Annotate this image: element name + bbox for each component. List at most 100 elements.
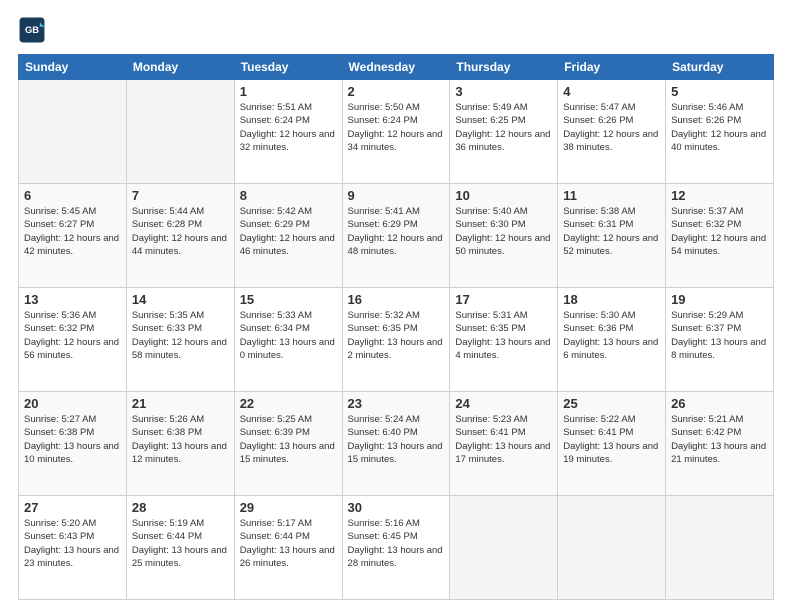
sunrise-text: Sunrise: 5:41 AM bbox=[348, 206, 420, 217]
day-number: 18 bbox=[563, 292, 660, 307]
calendar-cell: 19Sunrise: 5:29 AMSunset: 6:37 PMDayligh… bbox=[666, 288, 774, 392]
daylight-text: Daylight: 12 hours and 52 minutes. bbox=[563, 233, 658, 257]
sunrise-text: Sunrise: 5:37 AM bbox=[671, 206, 743, 217]
sunrise-text: Sunrise: 5:30 AM bbox=[563, 310, 635, 321]
daylight-text: Daylight: 13 hours and 0 minutes. bbox=[240, 337, 335, 361]
daylight-text: Daylight: 13 hours and 8 minutes. bbox=[671, 337, 766, 361]
calendar-cell: 25 Sunrise: 5:22 AMSunset: 6:41 PMDayligh… bbox=[558, 392, 666, 496]
sunset-text: Sunset: 6:24 PM bbox=[240, 115, 310, 126]
calendar-cell: 4 Sunrise: 5:47 AMSunset: 6:26 PMDaylight… bbox=[558, 80, 666, 184]
daylight-text: Daylight: 12 hours and 58 minutes. bbox=[132, 337, 227, 361]
daylight-text: Daylight: 12 hours and 44 minutes. bbox=[132, 233, 227, 257]
calendar-cell: 27Sunrise: 5:20 AMSunset: 6:43 PMDayligh… bbox=[19, 496, 127, 600]
sunset-text: Sunset: 6:35 PM bbox=[455, 323, 525, 334]
day-info: Sunrise: 5:22 AMSunset: 6:41 PMDaylight:… bbox=[563, 413, 660, 466]
sunrise-text: Sunrise: 5:25 AM bbox=[240, 414, 312, 425]
day-number: 29 bbox=[240, 500, 337, 515]
sunset-text: Sunset: 6:42 PM bbox=[671, 427, 741, 438]
day-info: Sunrise: 5:37 AMSunset: 6:32 PMDaylight:… bbox=[671, 205, 768, 258]
calendar-cell: 7Sunrise: 5:44 AMSunset: 6:28 PMDaylight… bbox=[126, 184, 234, 288]
sunset-text: Sunset: 6:44 PM bbox=[240, 531, 310, 542]
sunset-text: Sunset: 6:43 PM bbox=[24, 531, 94, 542]
day-info: Sunrise: 5:47 AMSunset: 6:26 PMDaylight:… bbox=[563, 101, 660, 154]
sunrise-text: Sunrise: 5:42 AM bbox=[240, 206, 312, 217]
calendar-cell: 12Sunrise: 5:37 AMSunset: 6:32 PMDayligh… bbox=[666, 184, 774, 288]
sunset-text: Sunset: 6:41 PM bbox=[455, 427, 525, 438]
sunset-text: Sunset: 6:33 PM bbox=[132, 323, 202, 334]
day-number: 4 bbox=[563, 84, 660, 99]
daylight-text: Daylight: 12 hours and 34 minutes. bbox=[348, 129, 443, 153]
sunset-text: Sunset: 6:38 PM bbox=[24, 427, 94, 438]
day-info: Sunrise: 5:32 AMSunset: 6:35 PMDaylight:… bbox=[348, 309, 445, 362]
weekday-header-tuesday: Tuesday bbox=[234, 55, 342, 80]
sunrise-text: Sunrise: 5:40 AM bbox=[455, 206, 527, 217]
day-info: Sunrise: 5:46 AMSunset: 6:26 PMDaylight:… bbox=[671, 101, 768, 154]
sunrise-text: Sunrise: 5:50 AM bbox=[348, 102, 420, 113]
calendar-cell: 2Sunrise: 5:50 AMSunset: 6:24 PMDaylight… bbox=[342, 80, 450, 184]
calendar-cell: 15Sunrise: 5:33 AMSunset: 6:34 PMDayligh… bbox=[234, 288, 342, 392]
daylight-text: Daylight: 12 hours and 46 minutes. bbox=[240, 233, 335, 257]
sunset-text: Sunset: 6:38 PM bbox=[132, 427, 202, 438]
calendar-cell: 16Sunrise: 5:32 AMSunset: 6:35 PMDayligh… bbox=[342, 288, 450, 392]
day-info: Sunrise: 5:19 AMSunset: 6:44 PMDaylight:… bbox=[132, 517, 229, 570]
daylight-text: Daylight: 12 hours and 32 minutes. bbox=[240, 129, 335, 153]
day-info: Sunrise: 5:20 AMSunset: 6:43 PMDaylight:… bbox=[24, 517, 121, 570]
sunrise-text: Sunrise: 5:23 AM bbox=[455, 414, 527, 425]
day-info: Sunrise: 5:24 AMSunset: 6:40 PMDaylight:… bbox=[348, 413, 445, 466]
day-number: 17 bbox=[455, 292, 552, 307]
day-number: 5 bbox=[671, 84, 768, 99]
sunrise-text: Sunrise: 5:27 AM bbox=[24, 414, 96, 425]
daylight-text: Daylight: 12 hours and 36 minutes. bbox=[455, 129, 550, 153]
sunrise-text: Sunrise: 5:20 AM bbox=[24, 518, 96, 529]
day-info: Sunrise: 5:44 AMSunset: 6:28 PMDaylight:… bbox=[132, 205, 229, 258]
day-info: Sunrise: 5:35 AMSunset: 6:33 PMDaylight:… bbox=[132, 309, 229, 362]
sunrise-text: Sunrise: 5:16 AM bbox=[348, 518, 420, 529]
day-info: Sunrise: 5:31 AMSunset: 6:35 PMDaylight:… bbox=[455, 309, 552, 362]
weekday-header-wednesday: Wednesday bbox=[342, 55, 450, 80]
day-number: 6 bbox=[24, 188, 121, 203]
daylight-text: Daylight: 12 hours and 56 minutes. bbox=[24, 337, 119, 361]
day-number: 21 bbox=[132, 396, 229, 411]
daylight-text: Daylight: 12 hours and 38 minutes. bbox=[563, 129, 658, 153]
daylight-text: Daylight: 13 hours and 19 minutes. bbox=[563, 441, 658, 465]
logo: GB bbox=[18, 16, 50, 44]
day-number: 22 bbox=[240, 396, 337, 411]
calendar-cell: 17 Sunrise: 5:31 AMSunset: 6:35 PMDayligh… bbox=[450, 288, 558, 392]
daylight-text: Daylight: 13 hours and 15 minutes. bbox=[348, 441, 443, 465]
sunset-text: Sunset: 6:36 PM bbox=[563, 323, 633, 334]
day-number: 30 bbox=[348, 500, 445, 515]
calendar-cell: 13 Sunrise: 5:36 AMSunset: 6:32 PMDayligh… bbox=[19, 288, 127, 392]
day-number: 26 bbox=[671, 396, 768, 411]
day-info: Sunrise: 5:23 AMSunset: 6:41 PMDaylight:… bbox=[455, 413, 552, 466]
sunrise-text: Sunrise: 5:33 AM bbox=[240, 310, 312, 321]
day-info: Sunrise: 5:40 AMSunset: 6:30 PMDaylight:… bbox=[455, 205, 552, 258]
day-number: 23 bbox=[348, 396, 445, 411]
day-info: Sunrise: 5:36 AMSunset: 6:32 PMDaylight:… bbox=[24, 309, 121, 362]
logo-icon: GB bbox=[18, 16, 46, 44]
daylight-text: Daylight: 12 hours and 40 minutes. bbox=[671, 129, 766, 153]
daylight-text: Daylight: 13 hours and 12 minutes. bbox=[132, 441, 227, 465]
calendar-cell: 20Sunrise: 5:27 AMSunset: 6:38 PMDayligh… bbox=[19, 392, 127, 496]
daylight-text: Daylight: 13 hours and 21 minutes. bbox=[671, 441, 766, 465]
sunset-text: Sunset: 6:29 PM bbox=[348, 219, 418, 230]
calendar-cell bbox=[19, 80, 127, 184]
day-number: 19 bbox=[671, 292, 768, 307]
sunset-text: Sunset: 6:29 PM bbox=[240, 219, 310, 230]
day-info: Sunrise: 5:27 AMSunset: 6:38 PMDaylight:… bbox=[24, 413, 121, 466]
day-info: Sunrise: 5:38 AMSunset: 6:31 PMDaylight:… bbox=[563, 205, 660, 258]
day-number: 28 bbox=[132, 500, 229, 515]
calendar-cell: 26Sunrise: 5:21 AMSunset: 6:42 PMDayligh… bbox=[666, 392, 774, 496]
sunrise-text: Sunrise: 5:49 AM bbox=[455, 102, 527, 113]
daylight-text: Daylight: 13 hours and 26 minutes. bbox=[240, 545, 335, 569]
weekday-header-saturday: Saturday bbox=[666, 55, 774, 80]
calendar-page: GB SundayMondayTuesdayWednesdayThursdayF… bbox=[0, 0, 792, 612]
day-number: 13 bbox=[24, 292, 121, 307]
sunrise-text: Sunrise: 5:51 AM bbox=[240, 102, 312, 113]
daylight-text: Daylight: 13 hours and 6 minutes. bbox=[563, 337, 658, 361]
day-info: Sunrise: 5:41 AMSunset: 6:29 PMDaylight:… bbox=[348, 205, 445, 258]
sunrise-text: Sunrise: 5:17 AM bbox=[240, 518, 312, 529]
sunset-text: Sunset: 6:31 PM bbox=[563, 219, 633, 230]
weekday-header-sunday: Sunday bbox=[19, 55, 127, 80]
sunrise-text: Sunrise: 5:47 AM bbox=[563, 102, 635, 113]
day-number: 25 bbox=[563, 396, 660, 411]
